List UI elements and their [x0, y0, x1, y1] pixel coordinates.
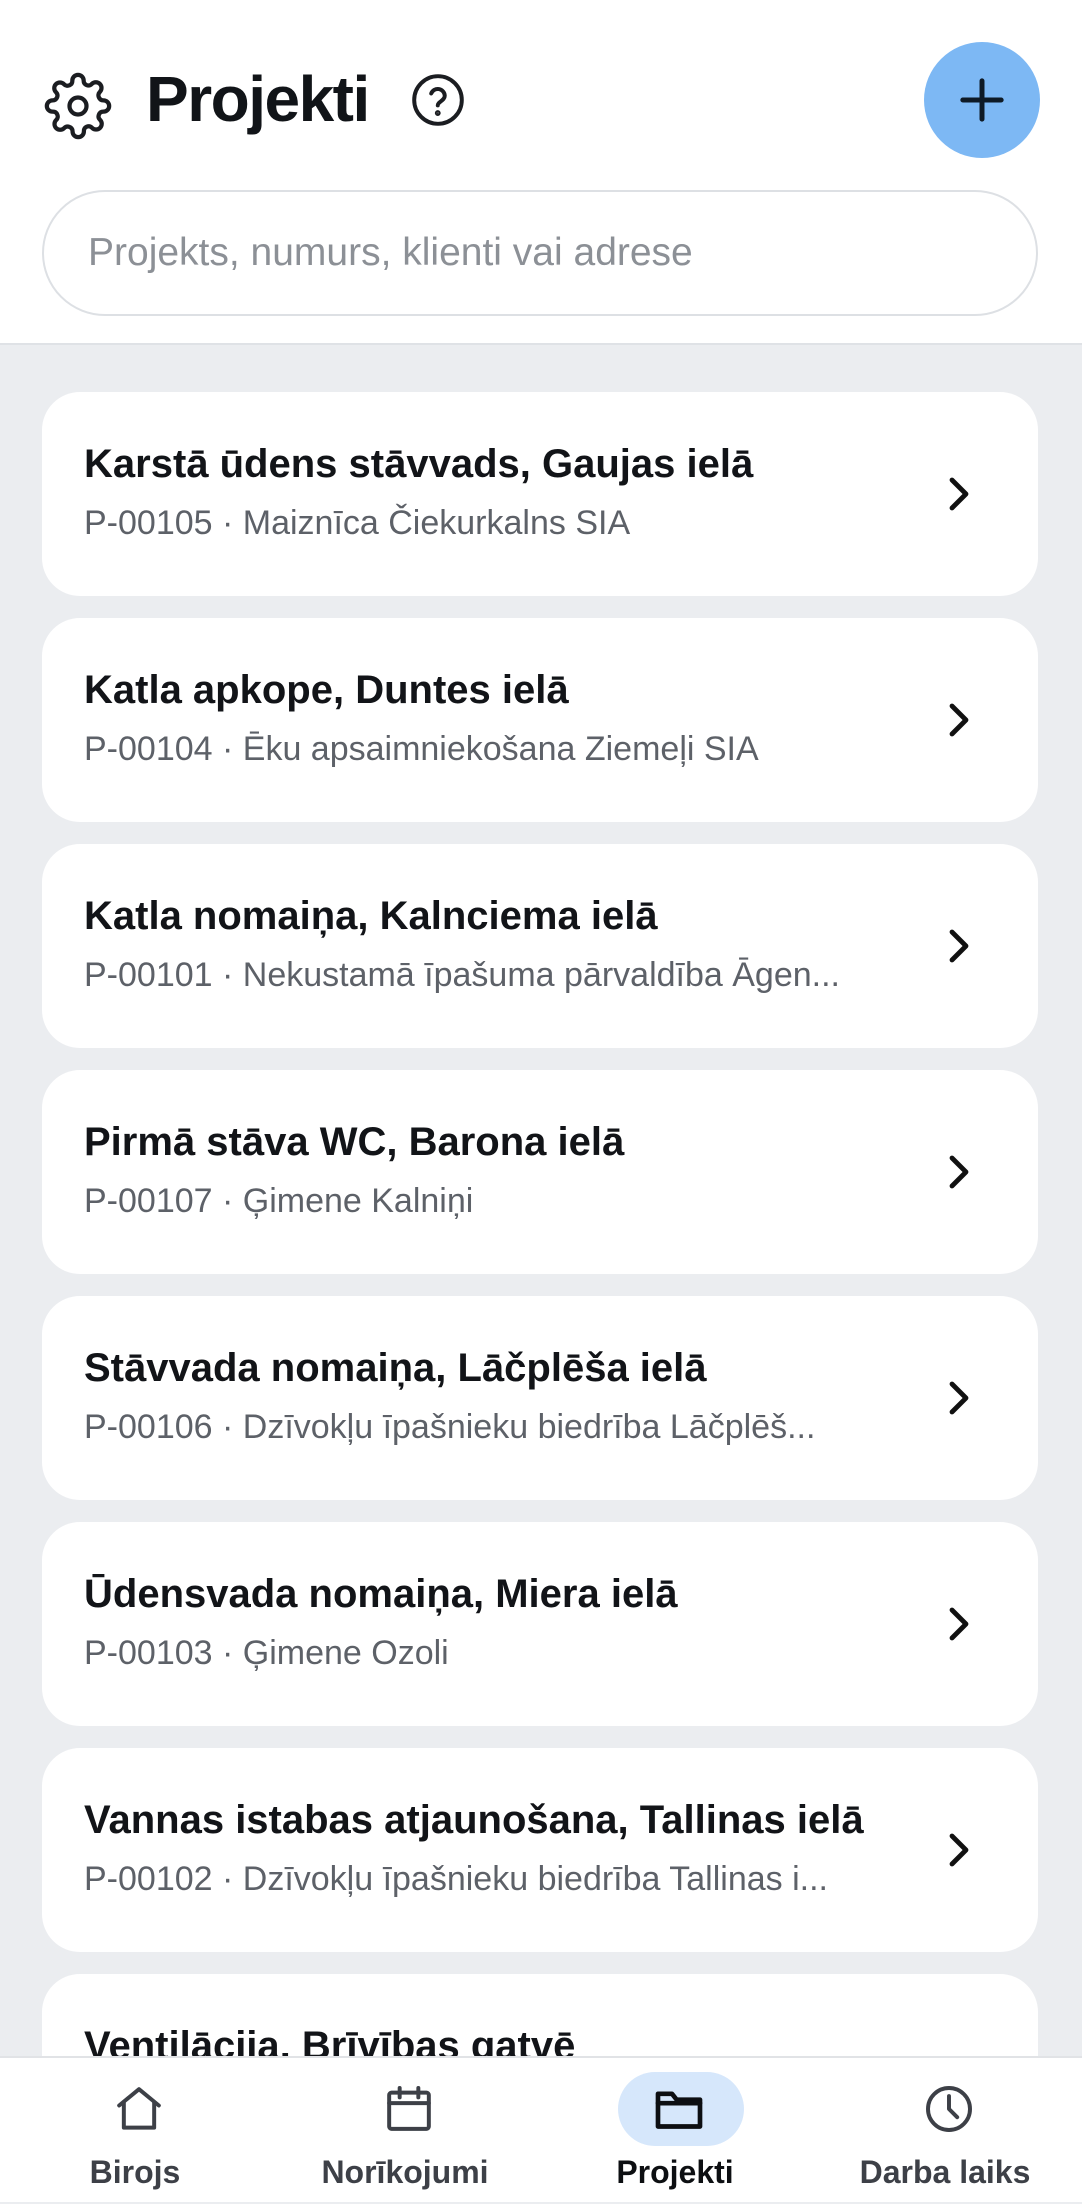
project-card[interactable]: Vannas istabas atjaunošana, Tallinas iel…	[42, 1748, 1038, 1952]
nav-item-projekti[interactable]: Projekti	[540, 2058, 810, 2204]
chevron-right-icon	[949, 1833, 969, 1867]
calendar-icon	[387, 2086, 431, 2131]
project-card[interactable]: Pirmā stāva WC, Barona ielā P-00107 · Ģi…	[42, 1070, 1038, 1274]
project-card[interactable]: Karstā ūdens stāvvads, Gaujas ielā P-001…	[42, 392, 1038, 596]
project-subtitle: P-00103 · Ģimene Ozoli	[84, 1634, 449, 1672]
chevron-right-icon	[949, 1381, 969, 1415]
project-subtitle: P-00105 · Maiznīca Čiekurkalns SIA	[84, 504, 631, 542]
nav-label: Birojs	[89, 2154, 181, 2190]
project-subtitle: P-00101 · Nekustamā īpašuma pārvaldība Ā…	[84, 956, 840, 994]
plus-icon	[960, 78, 1004, 122]
nav-label: Projekti	[616, 2154, 734, 2190]
project-title: Ventilācija, Brīvības gatvē	[84, 2024, 576, 2056]
nav-label: Norīkojumi	[321, 2154, 489, 2190]
add-project-button[interactable]	[924, 42, 1040, 158]
project-title: Karstā ūdens stāvvads, Gaujas ielā	[84, 442, 754, 486]
page-title: Projekti	[146, 63, 370, 135]
chevron-right-icon	[949, 477, 969, 511]
project-subtitle: P-00107 · Ģimene Kalniņi	[84, 1182, 474, 1220]
chevron-right-icon	[949, 929, 969, 963]
project-subtitle: P-00102 · Dzīvokļu īpašnieku biedrība Ta…	[84, 1860, 828, 1898]
chevron-right-icon	[949, 1607, 969, 1641]
home-icon	[117, 2087, 161, 2130]
bottom-nav: Birojs Norīkojumi Projekti Darba laiks	[0, 2056, 1082, 2202]
project-card[interactable]: Ūdensvada nomaiņa, Miera ielā P-00103 · …	[42, 1522, 1038, 1726]
clock-icon	[926, 2086, 972, 2132]
project-card[interactable]: Stāvvada nomaiņa, Lāčplēša ielā P-00106 …	[42, 1296, 1038, 1500]
nav-item-norikojumi[interactable]: Norīkojumi	[270, 2058, 540, 2204]
project-title: Ūdensvada nomaiņa, Miera ielā	[84, 1572, 678, 1616]
project-list[interactable]: Karstā ūdens stāvvads, Gaujas ielā P-001…	[42, 392, 1038, 2056]
header: Projekti	[0, 0, 1082, 345]
chevron-right-icon	[949, 1155, 969, 1189]
gear-icon[interactable]	[44, 72, 112, 140]
search-input[interactable]	[42, 190, 1038, 316]
project-title: Katla apkope, Duntes ielā	[84, 668, 569, 712]
nav-item-darba-laiks[interactable]: Darba laiks	[810, 2058, 1080, 2204]
nav-item-birojs[interactable]: Birojs	[0, 2058, 270, 2204]
chevron-right-icon	[949, 703, 969, 737]
folder-icon	[655, 2091, 703, 2129]
nav-label: Darba laiks	[859, 2154, 1031, 2190]
project-card[interactable]: Katla nomaiņa, Kalnciema ielā P-00101 · …	[42, 844, 1038, 1048]
project-card[interactable]: Ventilācija, Brīvības gatvē	[42, 1974, 1038, 2056]
project-card[interactable]: Katla apkope, Duntes ielā P-00104 · Ēku …	[42, 618, 1038, 822]
project-title: Vannas istabas atjaunošana, Tallinas iel…	[84, 1798, 864, 1842]
project-title: Pirmā stāva WC, Barona ielā	[84, 1120, 625, 1164]
project-title: Katla nomaiņa, Kalnciema ielā	[84, 894, 658, 938]
project-subtitle: P-00106 · Dzīvokļu īpašnieku biedrība Lā…	[84, 1408, 816, 1446]
project-subtitle: P-00104 · Ēku apsaimniekošana Ziemeļi SI…	[84, 730, 759, 768]
project-title: Stāvvada nomaiņa, Lāčplēša ielā	[84, 1346, 707, 1390]
help-icon[interactable]	[410, 72, 466, 128]
